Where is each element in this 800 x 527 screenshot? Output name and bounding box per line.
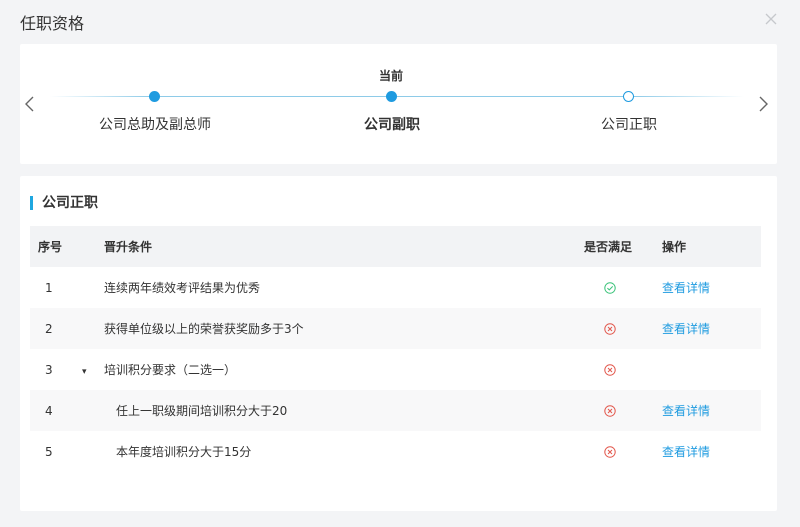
- step-dot-current: [386, 91, 397, 102]
- requirements-table: 序号 晋升条件 是否满足 操作 1 连续两年绩效考评结果为优秀 查看详情 2 获…: [30, 226, 761, 472]
- row-no: 4: [45, 403, 53, 418]
- cross-icon: [570, 404, 650, 417]
- row-no: 1: [45, 280, 53, 295]
- step-line: [397, 96, 624, 97]
- step-dot-done: [149, 91, 160, 102]
- cross-icon: [570, 445, 650, 458]
- step-label[interactable]: 公司正职: [549, 114, 709, 134]
- header-satisfied: 是否满足: [584, 240, 633, 254]
- chevron-left-icon[interactable]: [22, 96, 38, 112]
- table-header: 序号 晋升条件 是否满足 操作: [30, 226, 761, 267]
- table-row: 2 获得单位级以上的荣誉获奖励多于3个 查看详情: [30, 308, 761, 349]
- section-title: 公司正职: [30, 196, 98, 210]
- row-condition: 培训积分要求（二选一）: [104, 363, 237, 377]
- requirements-panel: 公司正职 序号 晋升条件 是否满足 操作 1 连续两年绩效考评结果为优秀 查看详…: [20, 176, 777, 511]
- chevron-right-icon[interactable]: [755, 96, 771, 112]
- view-details-link[interactable]: 查看详情: [662, 404, 710, 418]
- view-details-link[interactable]: 查看详情: [662, 322, 710, 336]
- row-condition: 连续两年绩效考评结果为优秀: [104, 281, 261, 295]
- step-label-current[interactable]: 公司副职: [312, 114, 472, 134]
- table-row: 4 任上一职级期间培训积分大于20 查看详情: [30, 390, 761, 431]
- step-line: [155, 96, 387, 97]
- table-row: 3 ▾ 培训积分要求（二选一）: [30, 349, 761, 390]
- row-condition: 获得单位级以上的荣誉获奖励多于3个: [104, 322, 304, 336]
- row-condition: 任上一职级期间培训积分大于20: [116, 404, 288, 418]
- header-no: 序号: [38, 240, 63, 254]
- view-details-link[interactable]: 查看详情: [662, 281, 710, 295]
- current-step-tag: 当前: [378, 69, 403, 83]
- check-icon: [570, 281, 650, 294]
- view-details-link[interactable]: 查看详情: [662, 445, 710, 459]
- career-steps-panel: 当前 公司总助及副总师 公司副职 公司正职: [20, 44, 777, 164]
- row-no: 3: [45, 362, 53, 377]
- table-row: 5 本年度培训积分大于15分 查看详情: [30, 431, 761, 472]
- header-condition: 晋升条件: [104, 240, 153, 254]
- row-no: 5: [45, 444, 53, 459]
- close-icon[interactable]: [762, 10, 780, 28]
- step-dot-todo: [623, 91, 634, 102]
- dialog-title: 任职资格: [20, 14, 85, 33]
- step-line: [50, 96, 150, 97]
- step-line: [634, 96, 744, 97]
- row-no: 2: [45, 321, 53, 336]
- expand-toggle-icon[interactable]: ▾: [80, 367, 87, 377]
- header-action: 操作: [662, 240, 687, 254]
- cross-icon: [570, 322, 650, 335]
- step-label[interactable]: 公司总助及副总师: [75, 114, 235, 134]
- cross-icon: [570, 363, 650, 376]
- row-condition: 本年度培训积分大于15分: [116, 445, 252, 459]
- table-row: 1 连续两年绩效考评结果为优秀 查看详情: [30, 267, 761, 308]
